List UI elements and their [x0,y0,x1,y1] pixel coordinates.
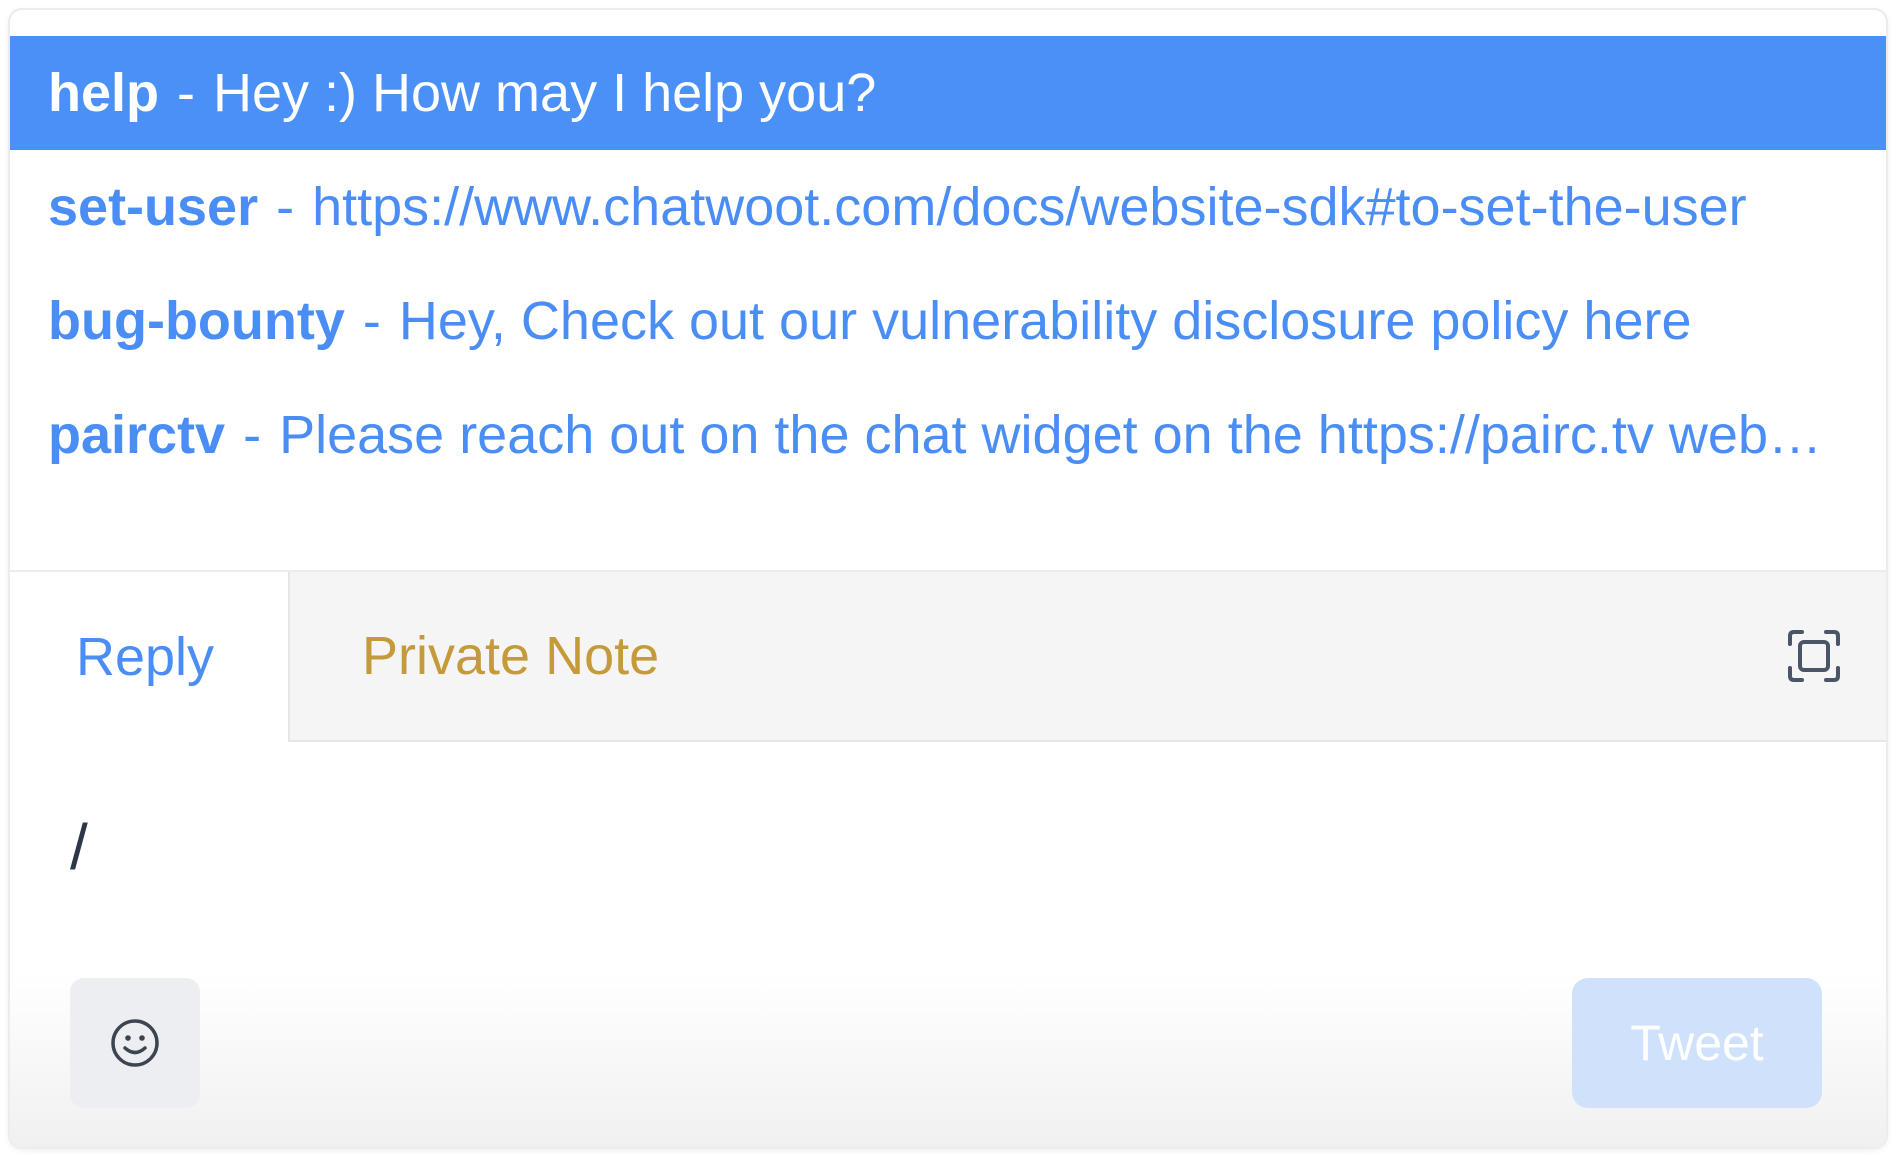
canned-response-list: help - Hey :) How may I help you? set-us… [10,36,1886,544]
canned-response-short-code: help [48,63,160,123]
canned-response-item[interactable]: pairctv - Please reach out on the chat w… [10,378,1886,492]
canned-response-content: Please reach out on the chat widget on t… [279,405,1842,465]
smiley-icon [111,1019,159,1067]
canned-response-separator: - [362,291,381,351]
canned-response-separator: - [243,405,262,465]
canned-response-item[interactable]: set-user - https://www.chatwoot.com/docs… [10,150,1886,264]
tab-private-note[interactable]: Private Note [290,572,1886,742]
tweet-button-label: Tweet [1630,1015,1764,1071]
tab-reply[interactable]: Reply [10,572,290,742]
canned-response-short-code: bug-bounty [48,291,345,351]
canned-response-short-code: set-user [48,177,259,237]
expand-icon[interactable] [1788,630,1840,682]
canned-response-item[interactable]: bug-bounty - Hey, Check out our vulnerab… [10,264,1886,378]
message-editor[interactable]: / [70,810,1770,930]
canned-response-short-code: pairctv [48,405,226,465]
canned-response-separator: - [276,177,295,237]
reply-mode-tabs: Reply Private Note [10,570,1886,742]
canned-response-content: Hey :) How may I help you? [213,63,877,123]
canned-response-item[interactable]: help - Hey :) How may I help you? [10,36,1886,150]
tab-reply-label: Reply [76,627,215,687]
tab-private-note-label: Private Note [362,626,660,686]
reply-box: help - Hey :) How may I help you? set-us… [8,8,1888,1149]
list-clip [10,536,1886,544]
canned-response-separator: - [177,63,195,123]
emoji-button[interactable] [70,978,200,1108]
tweet-button[interactable]: Tweet [1572,978,1822,1108]
canned-response-content: https://www.chatwoot.com/docs/website-sd… [312,177,1747,237]
canned-response-content: Hey, Check out our vulnerability disclos… [398,291,1692,351]
